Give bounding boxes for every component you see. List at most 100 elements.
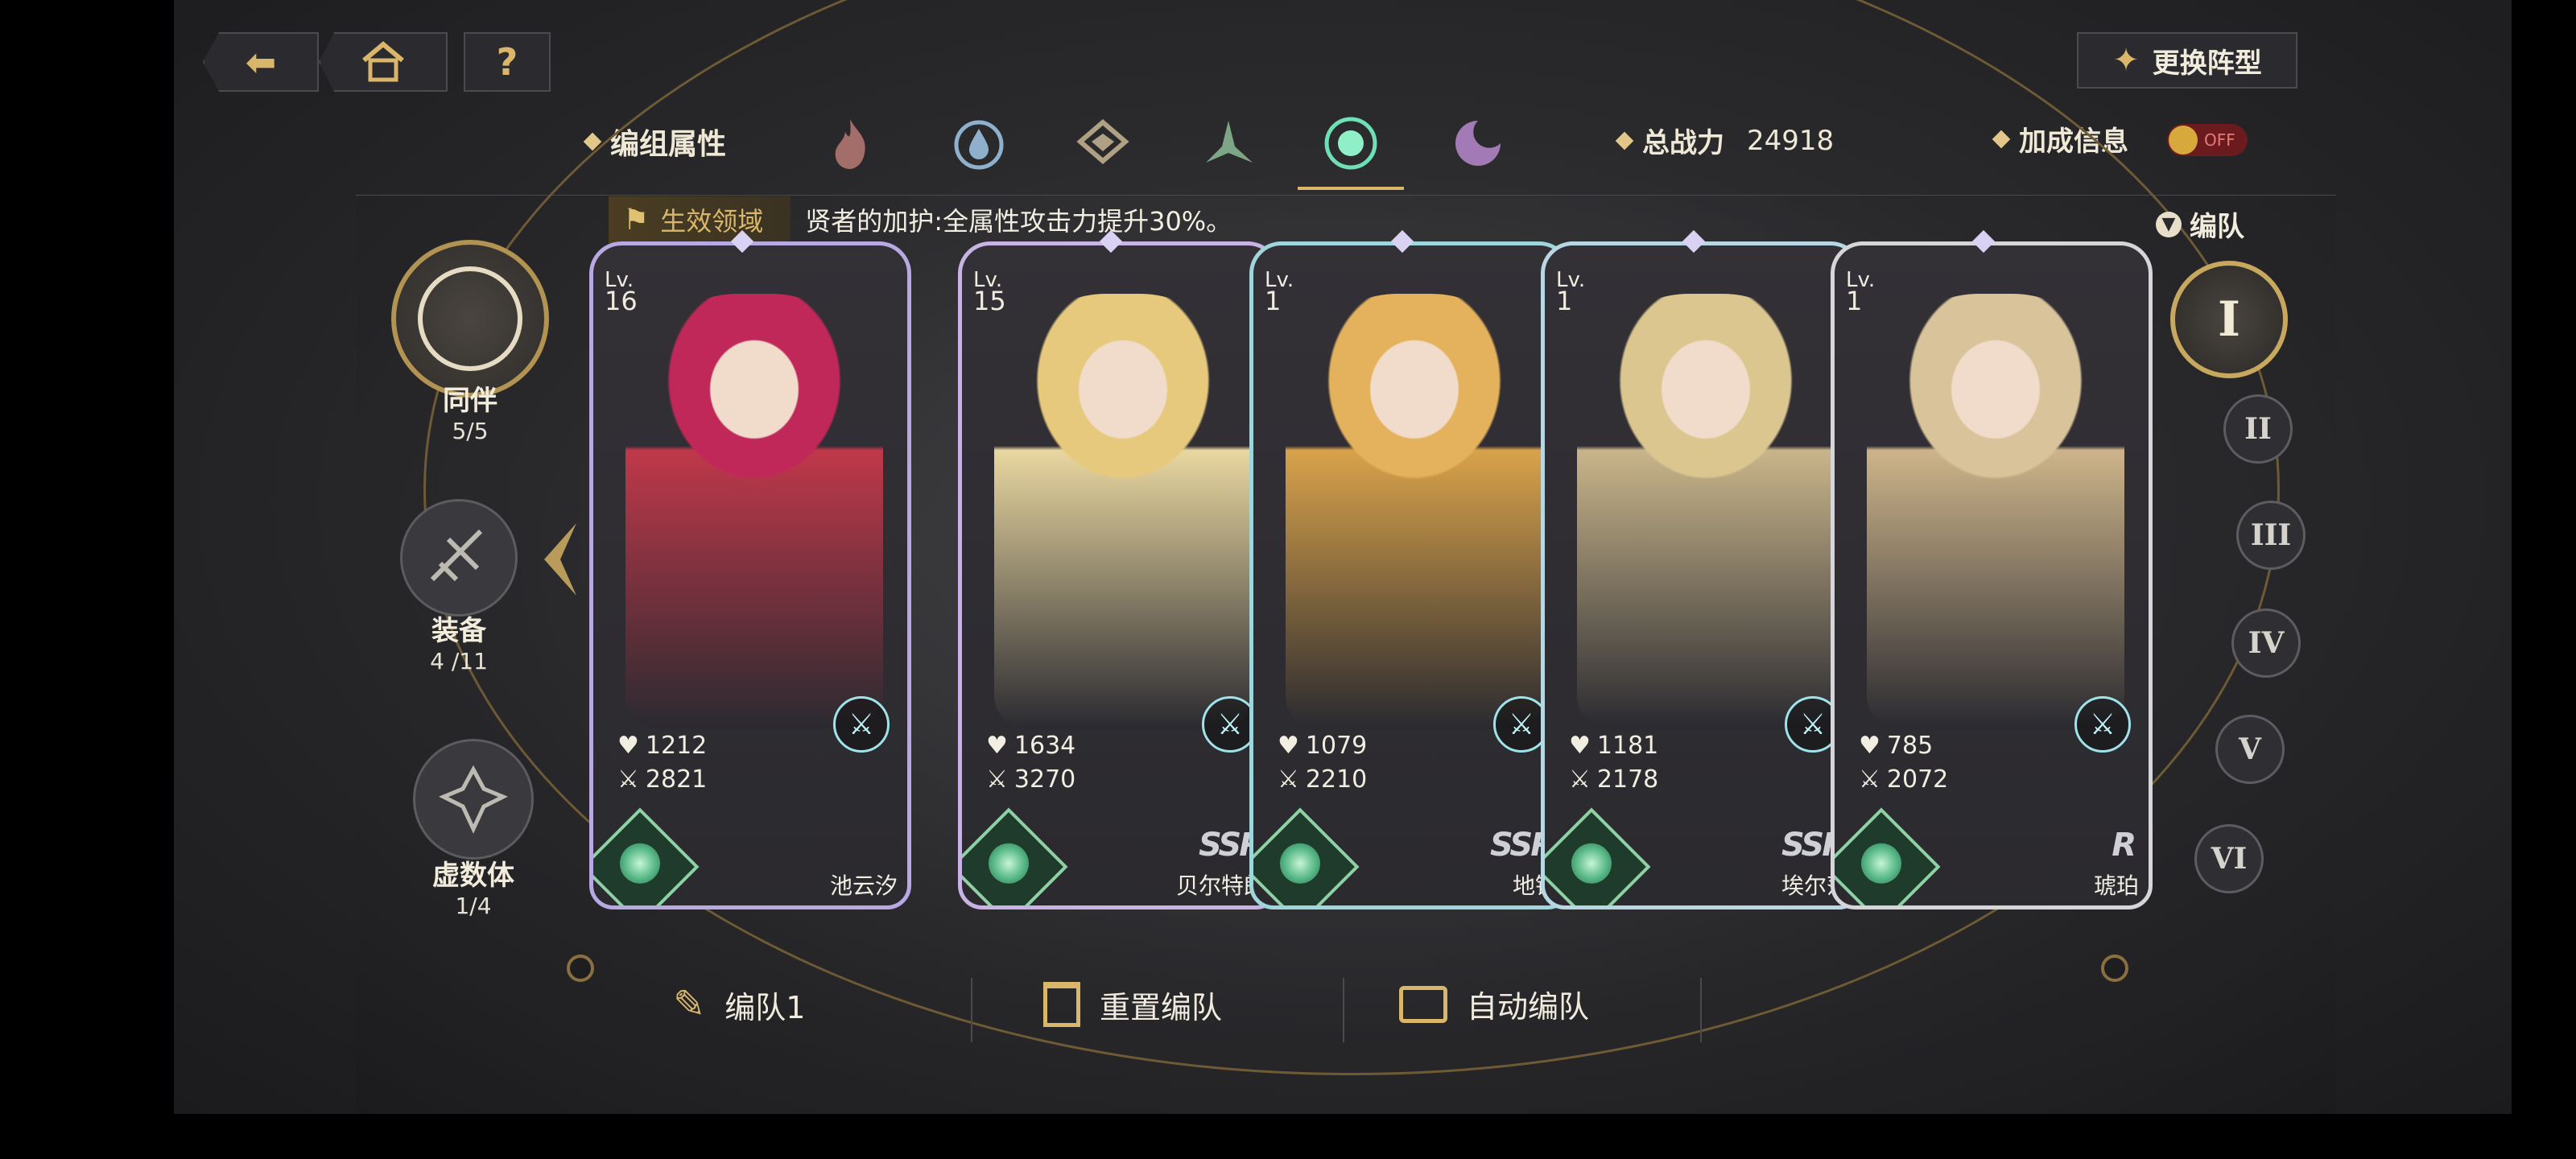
light-element-badge-icon [1835,807,1941,905]
heart-icon: ♥ [617,731,639,760]
crossed-swords-icon: ⚔ [617,765,639,794]
character-card[interactable]: Lv. 16 ⚔ ♥ 1212 ⚔ 2821 池云汐 [589,229,911,909]
card-frame: Lv. 16 ⚔ ♥ 1212 ⚔ 2821 池云汐 [589,241,911,909]
home-button[interactable] [319,32,448,92]
light-element-badge-icon [1545,807,1651,905]
character-name: 琥珀 [2093,872,2139,899]
game-screen: ⬅ ? ✦ 更换阵型 编组属性 总战力 24918 加成信息 OFF ⚑ 生效领… [174,0,2512,1114]
equipment-tab[interactable]: 装备 4 /11 [386,499,531,674]
back-button[interactable]: ⬅ [203,32,319,92]
help-icon: ? [496,40,518,84]
companion-icon [391,240,549,398]
team-slot-3[interactable]: III [2236,501,2306,570]
attack-value: 2210 [1305,765,1368,794]
help-button[interactable]: ? [464,32,551,92]
character-card[interactable]: Lv. 1 ⚔ ♥ 1079 ⚔ 2210 SSR 地锦 [1249,229,1571,909]
effect-tag-label: 生效领域 [660,206,764,237]
hp-value: 1634 [1013,731,1076,760]
character-portrait [994,294,1252,728]
character-name: 池云汐 [829,872,898,899]
toggle-knob-icon [2169,126,2198,155]
character-portrait [625,294,883,728]
team-dropdown-label: 编队 [2190,211,2244,243]
equipment-icon [400,499,518,617]
character-portrait [1286,294,1543,728]
level-value: 16 [605,286,638,316]
heart-icon: ♥ [986,731,1008,760]
attack-value: 2072 [1886,765,1949,794]
attack-value: 3270 [1013,765,1076,794]
formation-icon: ✦ [2112,42,2140,79]
card-frame: Lv. 1 ⚔ ♥ 1181 ⚔ 2178 SSR 埃尔莎 [1541,241,1863,909]
hp-value: 785 [1886,731,1934,760]
flag-icon: ⚑ [623,203,650,237]
team-slot-5[interactable]: V [2215,715,2285,784]
auto-team-button[interactable]: 自动编队 [1399,982,1589,1026]
effect-text: 贤者的加护:全属性攻击力提升30%。 [805,206,1232,237]
hp-value: 1181 [1596,731,1659,760]
heart-icon: ♥ [1859,731,1880,760]
attack-value: 2821 [645,765,708,794]
crossed-swords-icon: ⚔ [1278,765,1299,794]
light-element-badge-icon [593,807,700,905]
card-stats: ♥ 1634 ⚔ 3270 [986,728,1075,796]
auto-team-label: 自动编队 [1467,989,1590,1025]
sword-class-icon: ⚔ [833,696,890,753]
level-value: 1 [1846,286,1863,316]
attack-value: 2178 [1596,765,1659,794]
crossed-swords-icon: ⚔ [986,765,1008,794]
team-slot-2[interactable]: II [2223,394,2293,464]
card-frame: Lv. 1 ⚔ ♥ 785 ⚔ 2072 R 琥珀 [1831,241,2153,909]
reset-team-label: 重置编队 [1100,989,1223,1025]
trash-icon [1043,982,1080,1027]
divider [1700,978,1702,1042]
heart-icon: ♥ [1569,731,1591,760]
level-value: 1 [1265,286,1282,316]
level-block: Lv. 1 [1265,270,1294,316]
card-frame: Lv. 1 ⚔ ♥ 1079 ⚔ 2210 SSR 地锦 [1249,241,1571,909]
crossed-swords-icon: ⚔ [1859,765,1880,794]
level-block: Lv. 15 [973,270,1006,314]
level-block: Lv. 1 [1846,270,1875,316]
card-frame: Lv. 15 ⚔ ♥ 1634 ⚔ 3270 SSR 贝尔特朗 [958,241,1280,909]
heart-icon: ♥ [1278,731,1299,760]
equipment-count: 4 /11 [430,648,488,674]
sword-class-icon: ⚔ [2074,696,2131,753]
change-formation-button[interactable]: ✦ 更换阵型 [2077,32,2297,89]
imaginary-label: 虚数体 [432,860,514,892]
home-icon [362,41,404,82]
bonus-toggle[interactable]: OFF [2167,124,2248,156]
companion-label: 同伴 [443,385,497,417]
team-slot-6[interactable]: VI [2194,824,2264,893]
divider [971,978,972,1042]
team-name-button[interactable]: ✎ 编队1 [673,982,805,1027]
rarity-badge: R [2112,827,2136,864]
card-stats: ♥ 1079 ⚔ 2210 [1278,728,1367,796]
team-dropdown[interactable]: ▼ 编队 [2156,204,2244,244]
light-element-badge-icon [962,807,1068,905]
effect-tag: ⚑ 生效领域 [609,196,791,243]
ring-node-left [567,955,594,982]
equipment-label: 装备 [431,615,486,647]
ring-node-right [2101,955,2128,982]
level-value: 1 [1556,286,1573,316]
card-stats: ♥ 1181 ⚔ 2178 [1569,728,1658,796]
light-element-badge-icon [1253,807,1360,905]
level-block: Lv. 1 [1556,270,1585,316]
imaginary-count: 1/4 [455,893,492,919]
card-stats: ♥ 785 ⚔ 2072 [1859,728,1948,796]
team-slot-1[interactable]: I [2170,261,2288,378]
feather-edit-icon: ✎ [673,982,706,1027]
team-name-label: 编队1 [724,989,806,1025]
character-card[interactable]: Lv. 1 ⚔ ♥ 785 ⚔ 2072 R 琥珀 [1831,229,2153,909]
reset-team-button[interactable]: 重置编队 [1043,982,1222,1027]
companion-tab[interactable]: 同伴 5/5 [390,240,551,444]
imaginary-tab[interactable]: 虚数体 1/4 [401,739,546,919]
divider [1343,978,1344,1042]
team-slot-4[interactable]: IV [2231,608,2301,678]
character-card[interactable]: Lv. 15 ⚔ ♥ 1634 ⚔ 3270 SSR 贝尔特朗 [958,229,1280,909]
character-portrait [1577,294,1835,728]
character-portrait [1867,294,2124,728]
auto-monitor-icon [1399,985,1447,1023]
character-card[interactable]: Lv. 1 ⚔ ♥ 1181 ⚔ 2178 SSR 埃尔莎 [1541,229,1863,909]
